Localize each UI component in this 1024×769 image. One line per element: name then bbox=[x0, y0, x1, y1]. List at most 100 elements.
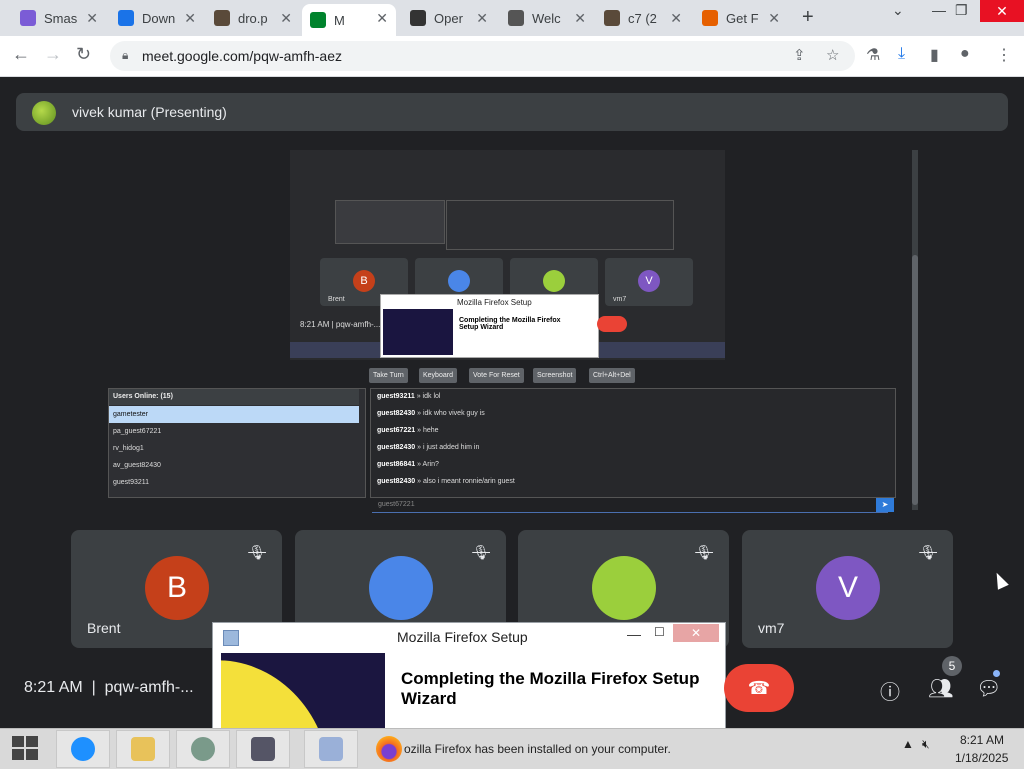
browser-tab[interactable]: M ✕ bbox=[302, 4, 396, 36]
browser-tab[interactable]: Get F ✕ bbox=[694, 4, 788, 32]
speaker-muted-icon[interactable]: 🔇︎ bbox=[922, 737, 930, 752]
tab-favicon-icon bbox=[20, 10, 36, 26]
tab-label: Smas bbox=[44, 10, 78, 26]
mini-setup-window: Mozilla Firefox Setup Completing the Moz… bbox=[380, 294, 599, 358]
download-icon[interactable]: ⤓ bbox=[898, 45, 905, 63]
firefox-icon bbox=[376, 736, 402, 762]
taskbar-firefox-notification[interactable]: ozilla Firefox has been installed on you… bbox=[370, 732, 724, 766]
participant-tile[interactable]: 🎙︎ Vvm7 bbox=[742, 530, 953, 648]
chat-username: guest82430 bbox=[377, 444, 416, 451]
participant-name: vm7 bbox=[758, 620, 785, 636]
setup-maximize-button[interactable]: ☐ bbox=[654, 625, 665, 639]
minimize-window-button[interactable]: — bbox=[932, 2, 946, 18]
back-icon[interactable]: ← bbox=[12, 44, 30, 65]
mic-muted-icon: 🎙︎ bbox=[472, 544, 490, 560]
shared-action-button: Ctrl+Alt+Del bbox=[589, 368, 635, 383]
lock-icon: 🔒︎ bbox=[122, 48, 129, 62]
participant-avatar bbox=[592, 556, 656, 620]
user-list-item: rv_hidog1 bbox=[113, 445, 144, 452]
user-list-item: av_guest82430 bbox=[113, 462, 161, 469]
setup-window-title: Mozilla Firefox Setup bbox=[397, 629, 528, 645]
user-list-item: gametester bbox=[109, 406, 359, 423]
tab-label: Get F bbox=[726, 10, 759, 26]
tab-label: M bbox=[334, 12, 345, 28]
tab-close-icon[interactable]: ✕ bbox=[476, 10, 488, 27]
menu-kebab-icon[interactable]: ⋮ bbox=[996, 45, 1012, 65]
tab-close-icon[interactable]: ✕ bbox=[768, 10, 780, 27]
mini-chat bbox=[446, 200, 674, 250]
network-globe-icon[interactable] bbox=[176, 730, 230, 768]
disc-app-icon[interactable] bbox=[304, 730, 358, 768]
tab-favicon-icon bbox=[310, 12, 326, 28]
tab-label: dro.p bbox=[238, 10, 268, 26]
shared-action-button: Take Turn bbox=[369, 368, 408, 383]
new-tab-button[interactable]: + bbox=[802, 6, 814, 29]
setup-title-bar: Mozilla Firefox Setup — ☐ ✕ bbox=[213, 623, 725, 651]
tab-close-icon[interactable]: ✕ bbox=[184, 10, 196, 27]
chat-input[interactable]: guest67221 bbox=[372, 498, 888, 513]
tab-close-icon[interactable]: ✕ bbox=[86, 10, 98, 27]
browser-toolbar: ← → ↻ 🔒︎ meet.google.com/pqw-amfh-aez ⇪ … bbox=[0, 36, 1024, 77]
mini-users-list bbox=[335, 200, 445, 244]
chat-icon[interactable]: 💬︎ bbox=[976, 676, 1001, 701]
share-icon[interactable]: ⇪ bbox=[793, 46, 806, 64]
end-call-button[interactable]: ☎ bbox=[724, 664, 794, 712]
close-window-button[interactable]: ✕ bbox=[980, 0, 1024, 22]
internet-explorer-icon[interactable] bbox=[56, 730, 110, 768]
chat-username: guest67221 bbox=[377, 427, 416, 434]
mini-participant-tile: Vvm7 bbox=[605, 258, 693, 306]
tab-search-chevron-icon[interactable]: ⌄ bbox=[892, 2, 904, 19]
bookmark-star-icon[interactable]: ☆ bbox=[826, 46, 839, 64]
profile-avatar-icon[interactable]: ● bbox=[960, 45, 970, 63]
mic-muted-icon: 🎙︎ bbox=[695, 544, 713, 560]
setup-close-button[interactable]: ✕ bbox=[673, 624, 719, 642]
file-explorer-icon[interactable] bbox=[116, 730, 170, 768]
mouse-cursor-icon bbox=[991, 570, 1009, 590]
setup-heading: Completing the Mozilla Firefox Setup Wiz… bbox=[401, 669, 700, 708]
meeting-time-and-code: 8:21 AM | pqw-amfh-... bbox=[24, 679, 194, 696]
tray-expand-icon[interactable]: ▲ bbox=[902, 737, 914, 751]
chat-username: guest82430 bbox=[377, 410, 416, 417]
tab-label: Welc bbox=[532, 10, 561, 26]
mini-participant-avatar bbox=[448, 270, 470, 292]
clock-date: 1/18/2025 bbox=[955, 751, 1009, 765]
shared-screen-scrollbar[interactable] bbox=[912, 150, 918, 510]
chat-message: guest82430 » i just added him in bbox=[377, 444, 480, 451]
mic-muted-icon: 🎙︎ bbox=[919, 544, 937, 560]
side-panel-icon[interactable]: ▮ bbox=[930, 45, 939, 65]
tab-favicon-icon bbox=[604, 10, 620, 26]
mini-meeting-time: 8:21 AM | pqw-amfh-... bbox=[300, 320, 381, 329]
extension-flask-icon[interactable]: ⚗ bbox=[866, 45, 880, 65]
participant-name: Brent bbox=[87, 620, 121, 636]
tab-favicon-icon bbox=[508, 10, 524, 26]
chat-text: Arin? bbox=[422, 461, 439, 468]
browser-tab[interactable]: c7 (2 ✕ bbox=[596, 4, 690, 32]
chat-text: hehe bbox=[422, 427, 439, 434]
mini-participant-name: Brent bbox=[328, 296, 345, 303]
tab-close-icon[interactable]: ✕ bbox=[574, 10, 586, 27]
reload-icon[interactable]: ↻ bbox=[76, 44, 91, 65]
setup-minimize-button[interactable]: — bbox=[627, 626, 641, 642]
mic-muted-icon: 🎙︎ bbox=[248, 544, 266, 560]
browser-tab[interactable]: Down ✕ bbox=[110, 4, 204, 32]
tab-close-icon[interactable]: ✕ bbox=[376, 10, 388, 27]
browser-tab[interactable]: Smas ✕ bbox=[12, 4, 106, 32]
tab-label: c7 (2 bbox=[628, 10, 657, 26]
tab-close-icon[interactable]: ✕ bbox=[280, 10, 292, 27]
browser-tab[interactable]: Oper ✕ bbox=[402, 4, 496, 32]
tab-close-icon[interactable]: ✕ bbox=[670, 10, 682, 27]
restore-window-button[interactable]: ❐ bbox=[955, 2, 968, 19]
forward-icon[interactable]: → bbox=[44, 44, 62, 65]
shared-action-button: Screenshot bbox=[533, 368, 577, 383]
chat-text: also i meant ronnie/arin guest bbox=[422, 478, 515, 485]
meeting-details-info-icon[interactable]: ⓘ bbox=[880, 676, 900, 705]
browser-tab[interactable]: dro.p ✕ bbox=[206, 4, 300, 32]
windows-start-icon[interactable] bbox=[12, 736, 38, 760]
address-bar[interactable]: 🔒︎ meet.google.com/pqw-amfh-aez ⇪ ☆ bbox=[110, 41, 855, 71]
chat-message: guest67221 » hehe bbox=[377, 427, 439, 434]
people-icon[interactable]: 👥︎ bbox=[928, 676, 953, 701]
tab-favicon-icon bbox=[118, 10, 134, 26]
browser-tab[interactable]: Welc ✕ bbox=[500, 4, 594, 32]
chat-send-icon[interactable]: ➤ bbox=[876, 498, 894, 512]
archive-app-icon[interactable] bbox=[236, 730, 290, 768]
